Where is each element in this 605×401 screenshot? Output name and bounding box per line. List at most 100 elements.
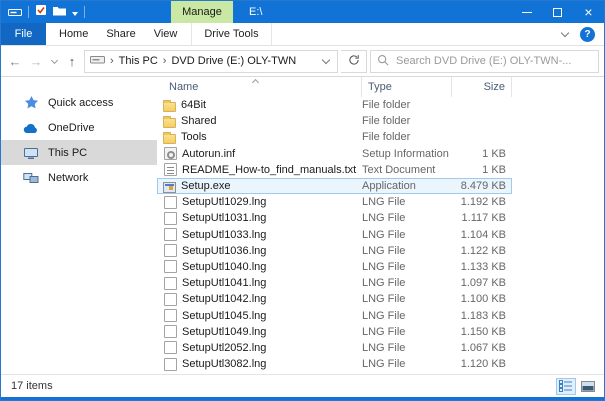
- recent-locations-icon[interactable]: [48, 56, 60, 64]
- file-row[interactable]: README_How-to_find_manuals.txt Text Docum…: [157, 162, 512, 178]
- main-area: Quick access OneDrive This PC Network Name …: [1, 77, 604, 374]
- minimize-button[interactable]: [511, 1, 542, 23]
- separator: [84, 6, 85, 18]
- lng-icon: [164, 325, 177, 339]
- star-icon: [23, 95, 39, 111]
- ribbon-tabs: File Home Share View Drive Tools: [1, 23, 272, 45]
- status-bar: 17 items: [1, 374, 604, 397]
- large-icons-view-icon[interactable]: [578, 378, 598, 395]
- window-bottom-edge: [1, 397, 604, 400]
- file-name: Tools: [163, 131, 362, 144]
- lng-icon: [164, 195, 177, 209]
- file-type: LNG File: [362, 277, 406, 290]
- network-icon: [23, 170, 39, 186]
- up-button[interactable]: ↑: [63, 54, 81, 69]
- checkmark-icon[interactable]: [35, 3, 47, 21]
- sidebar-item-onedrive[interactable]: OneDrive: [1, 115, 157, 140]
- cloud-icon: [23, 120, 39, 136]
- tab-home[interactable]: Home: [50, 23, 97, 45]
- file-row[interactable]: SetupUtl1031.lng LNG File 1.117 KB: [157, 210, 512, 226]
- search-input[interactable]: [394, 54, 592, 68]
- folder-icon: [163, 115, 176, 128]
- file-size: 1.120 KB: [460, 358, 506, 371]
- sidebar-item-label: Network: [48, 171, 89, 184]
- sidebar-item-quick-access[interactable]: Quick access: [1, 90, 157, 115]
- file-row[interactable]: SetupUtl1029.lng LNG File 1.192 KB: [157, 194, 512, 210]
- file-row[interactable]: Shared File folder: [157, 113, 512, 129]
- expand-ribbon-icon[interactable]: [560, 28, 570, 38]
- file-row[interactable]: SetupUtl1036.lng LNG File 1.122 KB: [157, 243, 512, 259]
- file-name: SetupUtl1033.lng: [163, 228, 362, 242]
- breadcrumb: › This PC › DVD Drive (E:) OLY-TWN: [110, 55, 296, 67]
- explorer-window: Manage E:\ × File Home Share View Drive Tool…: [0, 0, 605, 401]
- refresh-button[interactable]: [341, 49, 367, 73]
- column-header-size[interactable]: Size: [452, 77, 512, 97]
- help-icon[interactable]: ?: [580, 26, 595, 42]
- file-row[interactable]: SetupUtl1045.lng LNG File 1.183 KB: [157, 307, 512, 323]
- file-type: File folder: [362, 115, 411, 128]
- sidebar: Quick access OneDrive This PC Network: [1, 77, 157, 374]
- file-row[interactable]: SetupUtl1042.lng LNG File 1.100 KB: [157, 291, 512, 307]
- column-headers: Name Type Size: [157, 77, 604, 97]
- forward-button[interactable]: →: [27, 54, 45, 69]
- file-size: 1.100 KB: [460, 293, 506, 306]
- file-row[interactable]: Autorun.inf Setup Information 1 KB: [157, 146, 512, 162]
- file-row[interactable]: Setup.exe Application 8.479 KB: [157, 177, 512, 195]
- tab-file[interactable]: File: [1, 23, 46, 45]
- file-row[interactable]: SetupUtl1041.lng LNG File 1.097 KB: [157, 275, 512, 291]
- file-row[interactable]: SetupUtl1040.lng LNG File 1.133 KB: [157, 259, 512, 275]
- file-type: LNG File: [362, 228, 406, 241]
- file-list-rows: 64Bit File folder Shared File folder Tools Fi…: [157, 97, 604, 372]
- maximize-icon: [553, 7, 562, 17]
- maximize-button[interactable]: [542, 1, 573, 23]
- file-row[interactable]: 64Bit File folder: [157, 97, 512, 113]
- lng-icon: [164, 211, 177, 225]
- file-size: 8.479 KB: [460, 180, 506, 193]
- column-header-type[interactable]: Type: [362, 77, 452, 97]
- file-row[interactable]: Tools File folder: [157, 129, 512, 145]
- breadcrumb-item[interactable]: This PC: [119, 55, 158, 67]
- lng-icon: [164, 244, 177, 258]
- tab-share[interactable]: Share: [97, 23, 144, 45]
- file-size: 1 KB: [482, 147, 506, 160]
- ribbon-tab-strip: File Home Share View Drive Tools ?: [1, 23, 604, 46]
- address-dropdown-icon[interactable]: [321, 55, 331, 64]
- file-name: SetupUtl1041.lng: [163, 276, 362, 290]
- sidebar-item-label: OneDrive: [48, 121, 95, 134]
- manage-contextual-header[interactable]: Manage: [171, 1, 233, 23]
- back-button[interactable]: ←: [6, 54, 24, 69]
- search-box[interactable]: [370, 49, 599, 73]
- file-type: LNG File: [362, 358, 406, 371]
- separator: [28, 6, 29, 18]
- folder-icon: [163, 131, 176, 144]
- breadcrumb-separator: ›: [110, 55, 114, 67]
- file-row[interactable]: SetupUtl3082.lng LNG File 1.120 KB: [157, 356, 512, 372]
- sidebar-item-this-pc[interactable]: This PC: [1, 140, 157, 165]
- chevron-down-icon[interactable]: [72, 9, 78, 16]
- file-name: SetupUtl1042.lng: [163, 292, 362, 306]
- file-size: 1.150 KB: [460, 325, 506, 338]
- address-bar[interactable]: › This PC › DVD Drive (E:) OLY-TWN: [84, 49, 338, 73]
- file-type: LNG File: [362, 293, 406, 306]
- file-type: File folder: [362, 99, 411, 112]
- breadcrumb-item[interactable]: DVD Drive (E:) OLY-TWN: [171, 55, 296, 67]
- file-type: LNG File: [362, 260, 406, 273]
- details-view-icon[interactable]: [556, 377, 576, 395]
- navigation-toolbar: ← → ↑ › This PC › DVD Drive (E:) OLY-TWN: [1, 46, 604, 77]
- file-name: SetupUtl1040.lng: [163, 260, 362, 274]
- file-row[interactable]: SetupUtl1049.lng LNG File 1.150 KB: [157, 324, 512, 340]
- close-button[interactable]: ×: [573, 1, 604, 23]
- file-size: 1 KB: [482, 163, 506, 176]
- column-header-name[interactable]: Name: [157, 77, 362, 97]
- file-name: README_How-to_find_manuals.txt: [163, 163, 362, 177]
- folder-icon[interactable]: [53, 3, 66, 21]
- tab-view[interactable]: View: [145, 23, 187, 45]
- file-row[interactable]: SetupUtl2052.lng LNG File 1.067 KB: [157, 340, 512, 356]
- file-size: 1.067 KB: [460, 341, 506, 354]
- refresh-icon: [348, 54, 360, 69]
- sidebar-item-network[interactable]: Network: [1, 165, 157, 190]
- minimize-icon: [521, 11, 532, 13]
- tab-drive-tools[interactable]: Drive Tools: [191, 23, 272, 45]
- file-row[interactable]: SetupUtl1033.lng LNG File 1.104 KB: [157, 227, 512, 243]
- txt-icon: [164, 163, 177, 177]
